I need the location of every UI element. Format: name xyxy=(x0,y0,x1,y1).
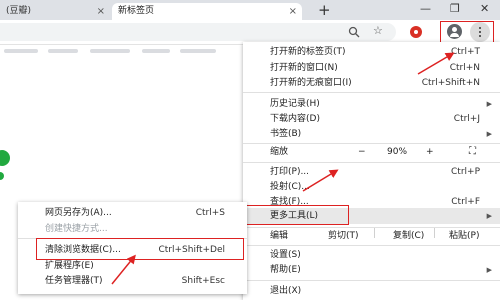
minimize-button[interactable]: — xyxy=(420,2,431,15)
search-icon[interactable] xyxy=(348,26,360,38)
cut-button[interactable]: 剪切(T) xyxy=(328,228,359,244)
page-graphic xyxy=(0,172,4,180)
menu-item-history[interactable]: 历史记录(H) ▶ xyxy=(243,96,500,112)
menu-row-edit: 编辑 剪切(T) 复制(C) 粘贴(P) xyxy=(243,228,500,244)
address-bar[interactable]: ☆ xyxy=(0,23,396,41)
tab-douban[interactable]: (豆瓣) × xyxy=(0,3,110,20)
menu-item-exit[interactable]: 退出(X) xyxy=(243,283,500,299)
star-icon[interactable]: ☆ xyxy=(373,24,383,37)
menu-item-incognito[interactable]: 打开新的无痕窗口(I) Ctrl+Shift+N xyxy=(243,75,500,91)
tab-title: 新标签页 xyxy=(118,6,155,16)
close-tab-icon[interactable]: × xyxy=(289,3,297,20)
copy-button[interactable]: 复制(C) xyxy=(393,228,424,244)
menu-item-new-tab[interactable]: 打开新的标签页(T) Ctrl+T xyxy=(243,44,500,60)
zoom-in-button[interactable]: + xyxy=(426,144,434,160)
submenu-item-save-page[interactable]: 网页另存为(A)... Ctrl+S xyxy=(18,205,247,221)
extension-icon[interactable] xyxy=(410,26,422,38)
zoom-out-button[interactable]: − xyxy=(358,144,366,160)
bookmarks-bar xyxy=(0,45,242,57)
menu-item-cast[interactable]: 投射(C)... xyxy=(243,179,500,195)
annotation-box xyxy=(36,238,244,260)
submenu-item-create-shortcut[interactable]: 创建快捷方式... xyxy=(18,221,247,237)
maximize-button[interactable]: ❐ xyxy=(450,2,460,15)
menu-item-downloads[interactable]: 下载内容(D) Ctrl+J xyxy=(243,111,500,127)
submenu-arrow-icon: ▶ xyxy=(486,266,492,274)
annotation-box xyxy=(440,21,494,43)
paste-button[interactable]: 粘贴(P) xyxy=(449,228,479,244)
close-window-button[interactable]: ✕ xyxy=(480,2,489,15)
chrome-main-menu: 打开新的标签页(T) Ctrl+T 打开新的窗口(N) Ctrl+N 打开新的无… xyxy=(243,42,500,300)
menu-item-help[interactable]: 帮助(E) ▶ xyxy=(243,262,500,278)
page-graphic xyxy=(0,150,10,166)
fullscreen-icon[interactable]: ⛶ xyxy=(469,144,476,160)
close-tab-icon[interactable]: × xyxy=(97,3,105,20)
more-tools-submenu: 网页另存为(A)... Ctrl+S 创建快捷方式... 清除浏览数据(C)..… xyxy=(18,202,247,294)
submenu-arrow-icon: ▶ xyxy=(486,100,492,108)
tab-title: (豆瓣) xyxy=(6,6,32,16)
submenu-arrow-icon: ▶ xyxy=(486,130,492,138)
submenu-item-task-manager[interactable]: 任务管理器(T) Shift+Esc xyxy=(18,273,247,289)
submenu-item-extensions[interactable]: 扩展程序(E) xyxy=(18,258,247,274)
menu-item-new-window[interactable]: 打开新的窗口(N) Ctrl+N xyxy=(243,60,500,76)
zoom-level: 90% xyxy=(387,147,408,157)
menu-item-settings[interactable]: 设置(S) xyxy=(243,247,500,263)
annotation-box xyxy=(245,205,349,225)
submenu-arrow-icon: ▶ xyxy=(486,212,492,220)
new-tab-button[interactable]: + xyxy=(318,1,331,19)
menu-item-bookmarks[interactable]: 书签(B) ▶ xyxy=(243,126,500,142)
menu-item-print[interactable]: 打印(P)... Ctrl+P xyxy=(243,164,500,180)
tab-strip: (豆瓣) × 新标签页 × + — ❐ ✕ xyxy=(0,0,500,20)
menu-row-zoom: 缩放 − 90% + ⛶ xyxy=(243,144,500,160)
tab-new-tab[interactable]: 新标签页 × xyxy=(112,3,302,20)
